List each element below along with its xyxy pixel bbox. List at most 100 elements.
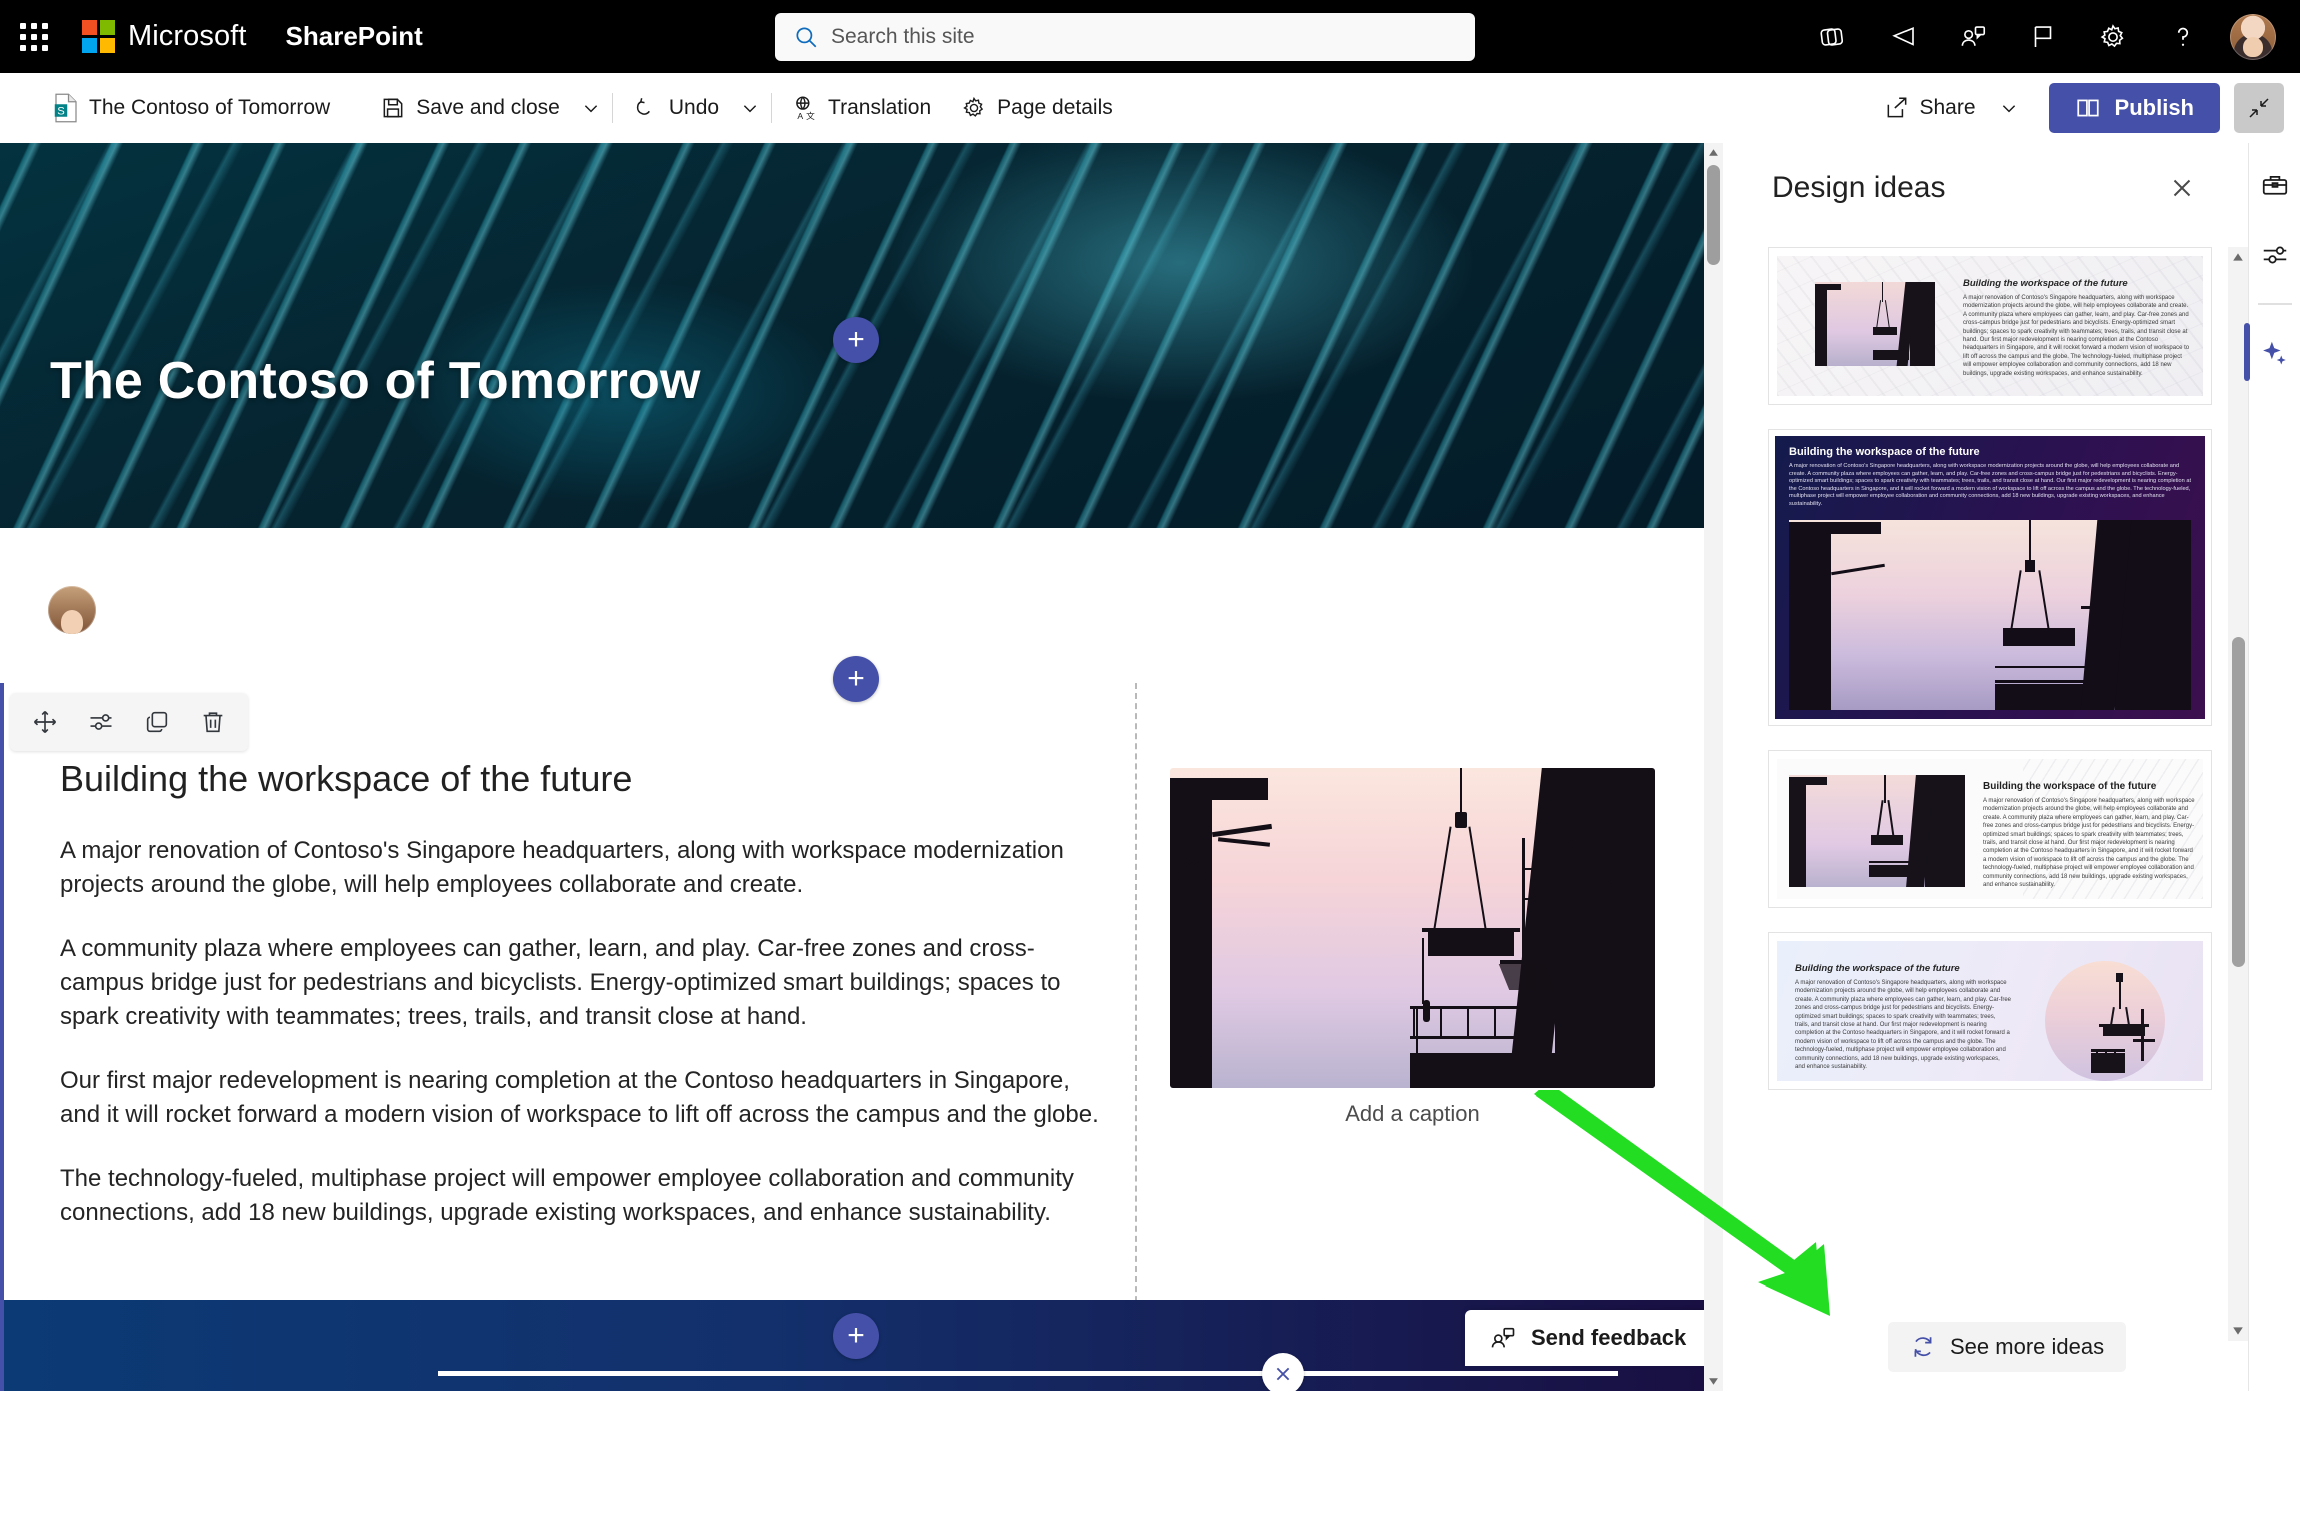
text-webpart[interactable]: Building the workspace of the future A m… <box>60 758 1100 1260</box>
help-icon[interactable] <box>2148 0 2218 73</box>
refresh-icon <box>1914 1337 1932 1357</box>
content-heading[interactable]: Building the workspace of the future <box>60 758 1100 800</box>
share-icon <box>1887 97 1906 118</box>
flag-icon[interactable] <box>2008 0 2078 73</box>
add-section-button-middle[interactable]: + <box>833 656 879 702</box>
gear-icon[interactable] <box>2078 0 2148 73</box>
save-and-close-label: Save and close <box>416 95 560 119</box>
translation-icon: A 文 <box>796 95 815 120</box>
send-feedback-label: Send feedback <box>1531 1325 1687 1350</box>
idea-body: A major renovation of Contoso's Singapor… <box>1963 295 2190 377</box>
page-details-label: Page details <box>997 95 1113 119</box>
search-input[interactable] <box>831 25 1431 49</box>
teams-icon[interactable] <box>1798 0 1868 73</box>
canvas-scrollbar[interactable] <box>1704 143 1723 1391</box>
app-launcher-button[interactable] <box>0 0 68 73</box>
undo-icon <box>636 97 650 115</box>
idea-body: A major renovation of Contoso's Singapor… <box>1983 798 2195 889</box>
sparkle-icon <box>2262 341 2286 365</box>
microsoft-logo[interactable]: Microsoft <box>82 20 247 53</box>
see-more-ideas-button[interactable]: See more ideas <box>1888 1322 2127 1372</box>
design-idea-card[interactable]: Building the workspace of the future A m… <box>1768 429 2212 726</box>
panel-scroll-up-arrow-icon[interactable] <box>2228 247 2248 267</box>
rail-divider <box>2257 303 2292 305</box>
panel-header: Design ideas <box>1740 143 2235 233</box>
active-indicator <box>2243 323 2250 381</box>
waffle-icon <box>20 22 48 51</box>
save-options-chevron-down-icon[interactable] <box>573 84 609 132</box>
page-file-icon: S <box>54 93 77 122</box>
page-name-label: The Contoso of Tomorrow <box>89 95 331 119</box>
send-feedback-button[interactable]: Send feedback <box>1465 1310 1711 1366</box>
undo-options-chevron-down-icon[interactable] <box>732 84 768 132</box>
move-icon <box>33 710 57 734</box>
panel-scroll-down-arrow-icon[interactable] <box>2228 1321 2248 1341</box>
author-avatar <box>48 585 96 634</box>
feedback-person-icon[interactable] <box>1938 0 2008 73</box>
page-details-button[interactable]: Page details <box>948 84 1126 132</box>
content-paragraph[interactable]: A community plaza where employees can ga… <box>60 932 1100 1034</box>
delete-webpart-button[interactable] <box>188 699 238 745</box>
duplicate-webpart-button[interactable] <box>132 699 182 745</box>
edit-webpart-button[interactable] <box>76 699 126 745</box>
feedback-person-icon <box>1491 1327 1515 1348</box>
add-section-button-bottom[interactable]: + <box>833 1313 879 1359</box>
author-name: Sara Cummings <box>112 584 280 609</box>
command-separator <box>611 92 613 123</box>
search-box[interactable] <box>775 13 1475 61</box>
page-title[interactable]: The Contoso of Tomorrow <box>50 351 701 411</box>
webpart-toolbar <box>10 693 248 751</box>
column-divider <box>1135 683 1137 1391</box>
scroll-down-arrow-icon[interactable] <box>1704 1372 1723 1391</box>
close-section-button[interactable] <box>1262 1353 1304 1391</box>
content-paragraph[interactable]: The technology-fueled, multiphase projec… <box>60 1162 1100 1230</box>
megaphone-icon[interactable] <box>1868 0 1938 73</box>
design-ideas-scrollbar[interactable] <box>2228 247 2248 1341</box>
translation-button[interactable]: A 文 Translation <box>779 84 944 132</box>
content-paragraph[interactable]: Our first major redevelopment is nearing… <box>60 1064 1100 1132</box>
design-ideas-scrollbar-thumb[interactable] <box>2232 637 2245 967</box>
idea-heading: Building the workspace of the future <box>1963 278 2128 289</box>
collapse-ribbon-button[interactable] <box>2234 83 2284 133</box>
image-webpart[interactable] <box>1170 768 1655 1088</box>
brand-label: Microsoft <box>128 20 247 52</box>
undo-button[interactable]: Undo <box>620 84 732 132</box>
share-button[interactable]: Share <box>1871 84 2031 132</box>
add-section-button-top[interactable]: + <box>833 317 879 363</box>
design-idea-card[interactable]: Building the workspace of the future A m… <box>1768 247 2212 405</box>
publish-button[interactable]: Publish <box>2048 83 2220 133</box>
svg-text:A: A <box>797 110 803 120</box>
add-section-label: + <box>847 323 865 356</box>
scroll-up-arrow-icon[interactable] <box>1704 143 1723 162</box>
add-section-label: + <box>847 662 865 695</box>
command-separator <box>771 92 773 123</box>
trash-icon <box>203 712 223 733</box>
design-idea-card[interactable]: Building the workspace of the future A m… <box>1768 932 2212 1090</box>
content-paragraph[interactable]: A major renovation of Contoso's Singapor… <box>60 834 1100 902</box>
toolbox-button[interactable] <box>2253 163 2297 207</box>
publish-book-icon <box>2076 99 2099 117</box>
idea-heading: Building the workspace of the future <box>1795 963 1960 974</box>
avatar[interactable] <box>2230 13 2276 60</box>
undo-label: Undo <box>668 95 720 119</box>
hero-byline: Sara Cummings PRODUCT MANAGER 2 <box>48 583 330 636</box>
design-ideas-button[interactable] <box>2243 323 2297 381</box>
app-name-link[interactable]: SharePoint <box>286 21 423 52</box>
share-label: Share <box>1919 96 1976 119</box>
section-divider-line <box>438 1371 1618 1376</box>
image-caption-input[interactable]: Add a caption <box>1170 1101 1655 1127</box>
microsoft-squares-icon <box>82 20 115 53</box>
author-role: PRODUCT MANAGER 2 <box>112 612 330 634</box>
page-name-button[interactable]: S The Contoso of Tomorrow <box>40 84 343 132</box>
page-settings-button[interactable] <box>2253 233 2297 277</box>
move-webpart-button[interactable] <box>20 699 70 745</box>
idea-body: A major renovation of Contoso's Singapor… <box>1795 980 2012 1071</box>
svg-text:S: S <box>57 105 65 117</box>
sliders-icon <box>90 714 112 730</box>
design-idea-card[interactable]: Building the workspace of the future A m… <box>1768 750 2212 908</box>
close-panel-button[interactable] <box>2161 167 2203 209</box>
collapse-arrows-icon <box>2249 98 2269 118</box>
idea-heading: Building the workspace of the future <box>1983 781 2157 792</box>
canvas-scrollbar-thumb[interactable] <box>1707 165 1720 265</box>
save-and-close-button[interactable]: Save and close <box>367 84 573 132</box>
